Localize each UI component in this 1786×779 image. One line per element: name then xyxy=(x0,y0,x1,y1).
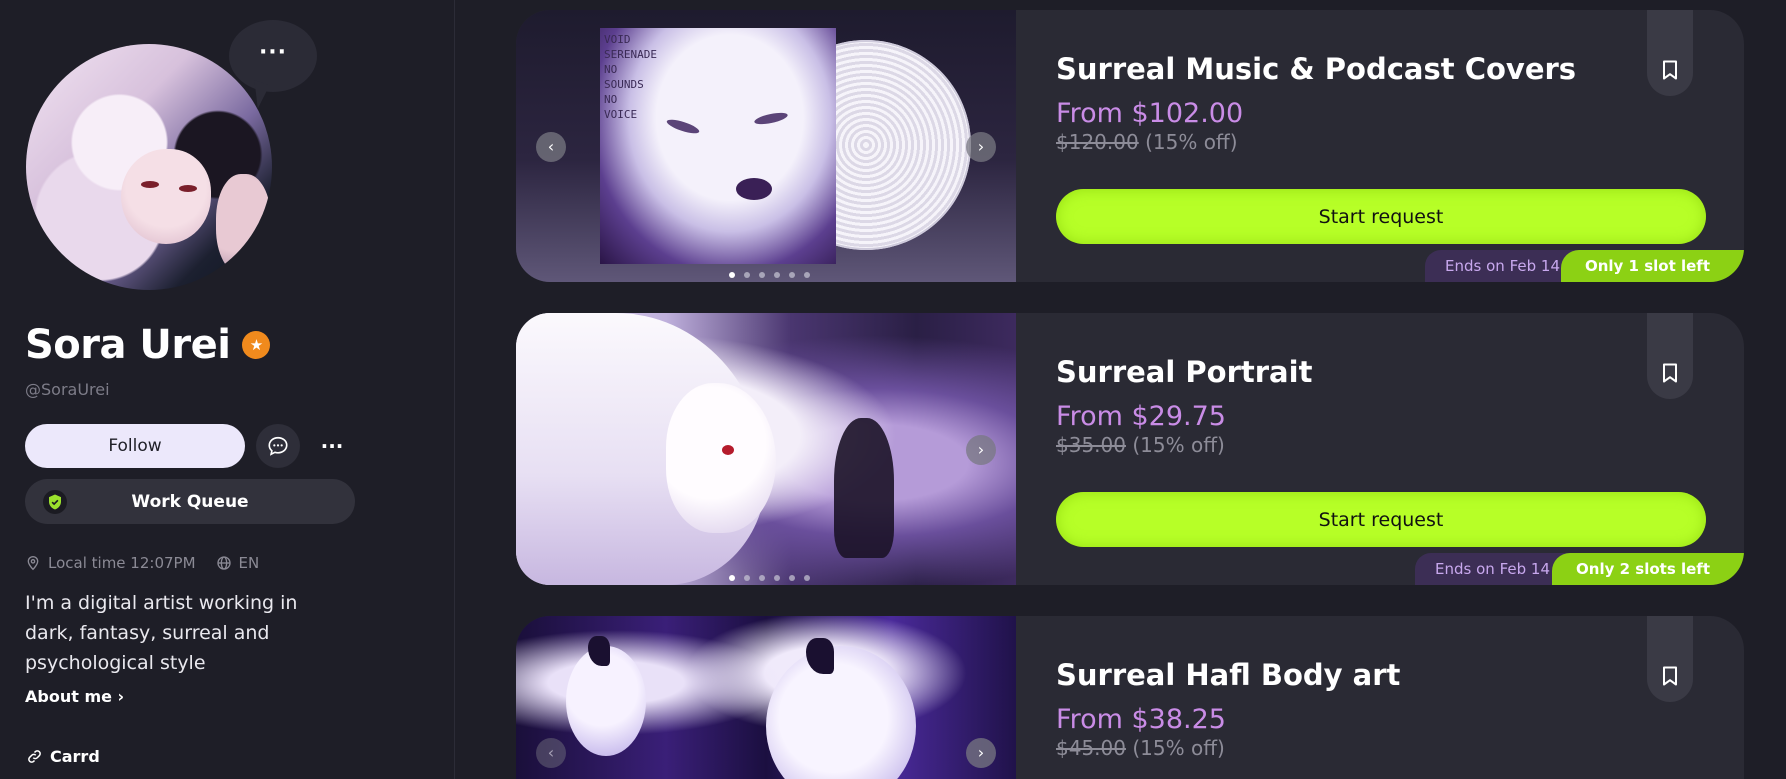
original-price: $120.00 xyxy=(1056,130,1139,154)
commission-card[interactable]: ‹ › Surreal Hafl Body art From $38.25 $4… xyxy=(516,616,1744,779)
card-carousel[interactable]: VOID SERENADE NO SOUNDS NO VOICE ‹ › xyxy=(516,10,1016,282)
bookmark-button[interactable] xyxy=(1647,616,1693,702)
card-price: From $38.25 xyxy=(1056,704,1226,735)
carousel-prev-button[interactable]: ‹ xyxy=(536,738,566,768)
location-pin-icon xyxy=(27,555,39,571)
bio: I'm a digital artist working in dark, fa… xyxy=(25,592,298,674)
more-options-button[interactable]: ··· xyxy=(316,434,348,458)
card-price: From $29.75 xyxy=(1056,401,1226,432)
carousel-dot[interactable] xyxy=(759,575,765,581)
card-carousel[interactable]: › xyxy=(516,313,1016,585)
card-price: From $102.00 xyxy=(1056,98,1244,129)
album-face-mouth xyxy=(736,178,772,200)
avatar-eye xyxy=(141,181,159,188)
original-price: $35.00 xyxy=(1056,433,1126,457)
carousel-dot[interactable] xyxy=(804,575,810,581)
bookmark-button[interactable] xyxy=(1647,313,1693,399)
bookmark-button[interactable] xyxy=(1647,10,1693,96)
slots-left-badge: Only 1 slot left xyxy=(1560,250,1744,282)
start-request-button[interactable]: Start request xyxy=(1056,492,1706,547)
work-queue-button[interactable]: Work Queue xyxy=(25,479,355,524)
portrait-silhouette xyxy=(834,418,894,558)
discount: (15% off) xyxy=(1145,130,1238,154)
work-queue-label: Work Queue xyxy=(131,491,249,512)
album-cover-text: VOID SERENADE NO SOUNDS NO VOICE xyxy=(604,33,657,121)
carousel-dots xyxy=(729,575,819,581)
card-title[interactable]: Surreal Music & Podcast Covers xyxy=(1056,52,1576,86)
discount: (15% off) xyxy=(1132,736,1225,760)
message-button[interactable] xyxy=(256,424,300,468)
language-text: EN xyxy=(238,554,260,572)
carrd-label: Carrd xyxy=(50,747,100,766)
carousel-dot[interactable] xyxy=(789,575,795,581)
card-title[interactable]: Surreal Hafl Body art xyxy=(1056,658,1400,692)
local-time: Local time 12:07PM xyxy=(25,554,196,572)
original-price: $45.00 xyxy=(1056,736,1126,760)
carousel-next-button[interactable]: › xyxy=(966,435,996,465)
avatar-second-face xyxy=(216,174,271,274)
carrd-link[interactable]: Carrd xyxy=(27,747,100,766)
carousel-prev-button[interactable]: ‹ xyxy=(536,132,566,162)
profile-sidebar: ··· Sora Urei ★ @SoraUrei Follow ··· Wor… xyxy=(0,0,455,779)
start-request-button[interactable]: Start request xyxy=(1056,189,1706,244)
bookmark-icon xyxy=(1663,60,1677,80)
card-title[interactable]: Surreal Portrait xyxy=(1056,355,1312,389)
ends-date-badge: Ends on Feb 14 xyxy=(1425,250,1582,282)
avatar-eye xyxy=(179,185,197,192)
about-me-link[interactable]: About me › xyxy=(25,687,124,706)
local-time-text: Local time 12:07PM xyxy=(48,554,196,572)
portrait-eye xyxy=(722,445,734,455)
globe-icon xyxy=(216,556,231,570)
bookmark-icon xyxy=(1663,666,1677,686)
name-row: Sora Urei ★ xyxy=(25,322,271,368)
avatar[interactable] xyxy=(26,44,272,290)
ends-date-badge: Ends on Feb 14 xyxy=(1415,553,1572,585)
slots-left-badge: Only 2 slots left xyxy=(1552,553,1744,585)
carousel-dot[interactable] xyxy=(744,272,750,278)
profile-handle: @SoraUrei xyxy=(25,380,110,399)
chat-bubble-icon xyxy=(268,436,288,456)
link-icon xyxy=(28,750,41,763)
carousel-dot[interactable] xyxy=(804,272,810,278)
follow-button[interactable]: Follow xyxy=(25,424,245,468)
card-original-price: $45.00 (15% off) xyxy=(1056,736,1225,760)
carousel-next-button[interactable]: › xyxy=(966,132,996,162)
commission-card[interactable]: › Surreal Portrait From $29.75 $35.00 (1… xyxy=(516,313,1744,585)
carousel-dot[interactable] xyxy=(789,272,795,278)
carousel-dot[interactable] xyxy=(744,575,750,581)
commission-card[interactable]: VOID SERENADE NO SOUNDS NO VOICE ‹ › Sur… xyxy=(516,10,1744,282)
carousel-dot[interactable] xyxy=(729,575,735,581)
carousel-next-button[interactable]: › xyxy=(966,738,996,768)
discount: (15% off) xyxy=(1132,433,1225,457)
avatar-face xyxy=(121,149,211,244)
card-original-price: $35.00 (15% off) xyxy=(1056,433,1225,457)
card-carousel[interactable]: ‹ › xyxy=(516,616,1016,779)
profile-name: Sora Urei xyxy=(25,322,231,368)
carousel-dot[interactable] xyxy=(774,575,780,581)
carousel-dot[interactable] xyxy=(729,272,735,278)
bookmark-icon xyxy=(1663,363,1677,383)
card-original-price: $120.00 (15% off) xyxy=(1056,130,1238,154)
language: EN xyxy=(216,554,260,572)
meta-row: Local time 12:07PM EN xyxy=(25,554,279,572)
verified-star-icon: ★ xyxy=(242,331,271,359)
carousel-dots xyxy=(729,272,819,278)
carousel-dot[interactable] xyxy=(774,272,780,278)
bubble-more-icon[interactable]: ··· xyxy=(229,40,317,65)
carousel-dot[interactable] xyxy=(759,272,765,278)
shield-check-icon xyxy=(43,490,67,514)
